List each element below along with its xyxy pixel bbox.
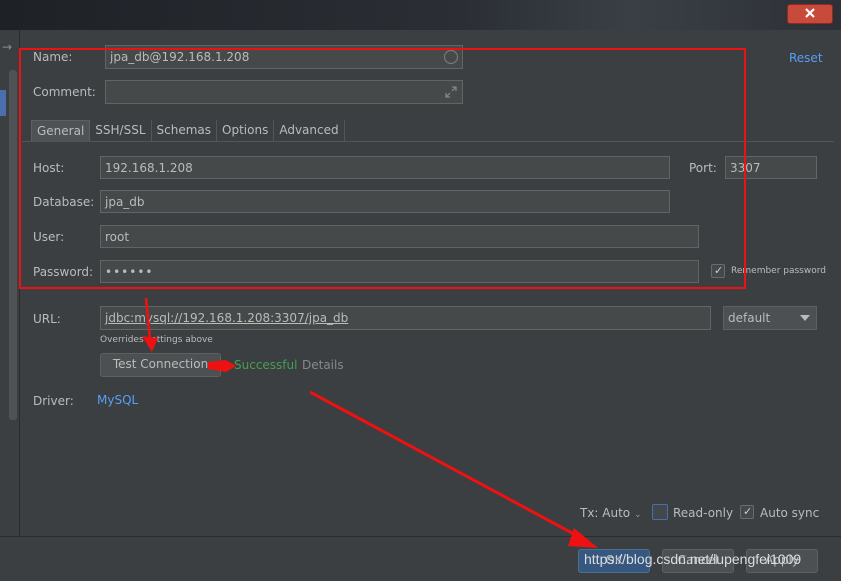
test-connection-button[interactable]: Test Connection <box>100 353 221 377</box>
tx-mode-label: Tx: Auto <box>580 506 631 520</box>
window-title-bar <box>0 0 841 30</box>
driver-label: Driver: <box>33 394 74 408</box>
selected-datasource-marker[interactable] <box>0 90 6 116</box>
read-only-checkbox[interactable] <box>652 504 668 520</box>
test-status: Successful <box>234 358 298 372</box>
close-icon <box>805 8 815 18</box>
close-button[interactable] <box>787 4 833 24</box>
chevron-down-icon: ⌄ <box>633 510 642 520</box>
arrow-right-icon: → <box>2 40 13 54</box>
annotation-highlight-box <box>19 48 746 289</box>
details-link[interactable]: Details <box>302 358 344 372</box>
checkmark-icon: ✓ <box>743 505 753 518</box>
driver-link[interactable]: MySQL <box>97 393 138 407</box>
url-field[interactable]: jdbc:mysql://192.168.1.208:3307/jpa_db <box>100 306 711 330</box>
url-value: jdbc:mysql://192.168.1.208:3307/jpa_db <box>105 311 349 325</box>
url-label: URL: <box>33 312 61 326</box>
annotation-arrow-line <box>309 390 586 542</box>
auto-sync-checkbox[interactable]: ✓ <box>740 505 754 519</box>
datasource-list-panel <box>0 30 20 540</box>
left-scrollbar[interactable] <box>9 70 17 420</box>
read-only-label: Read-only <box>673 506 734 520</box>
url-mode-select[interactable]: default <box>723 306 817 330</box>
overrides-hint: Overrides settings above <box>100 335 213 345</box>
url-mode-value: default <box>728 311 771 325</box>
reset-link[interactable]: Reset <box>789 51 823 65</box>
chevron-down-icon <box>800 315 810 321</box>
watermark: https://blog.csdn.net/lupengfei1009 <box>584 551 802 567</box>
tx-mode-select[interactable]: Tx: Auto ⌄ <box>580 506 642 520</box>
auto-sync-label: Auto sync <box>760 506 820 520</box>
